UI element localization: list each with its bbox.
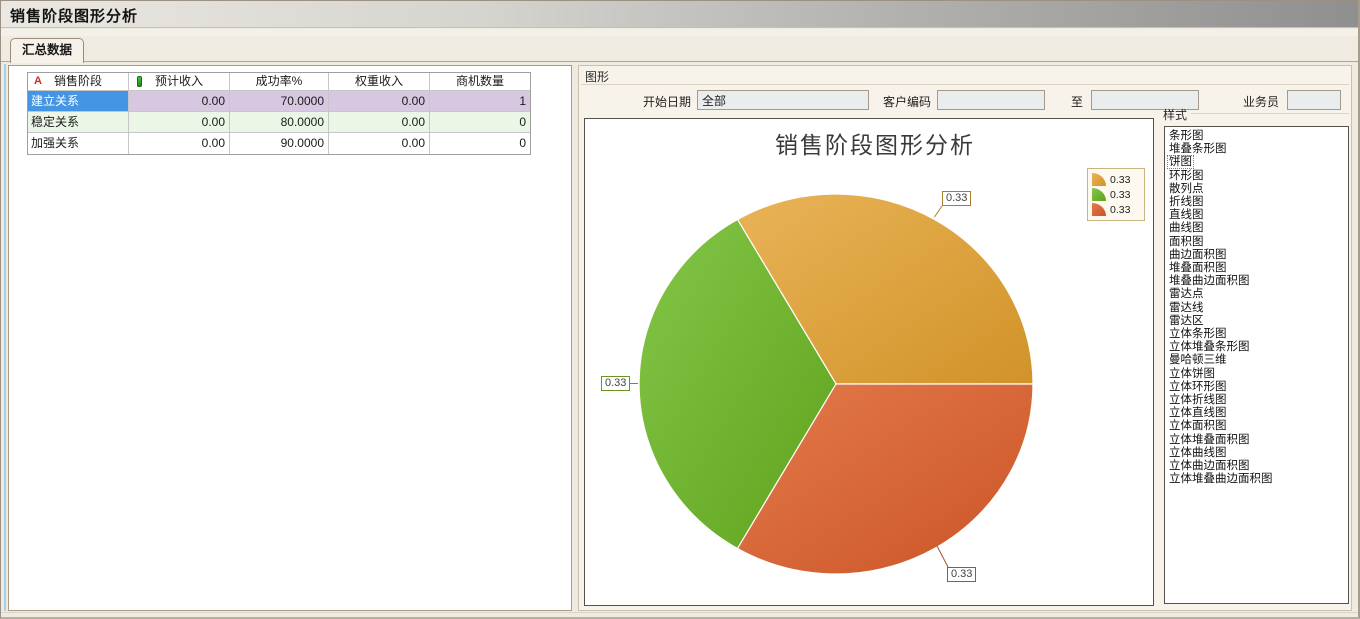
legend-entry: 0.33 <box>1092 202 1140 217</box>
graph-panel-caption-line <box>581 84 1349 85</box>
to-label: 至 <box>1071 93 1083 110</box>
tab-summary-data[interactable]: 汇总数据 <box>10 38 84 63</box>
style-list-item[interactable]: 立体曲边面积图 <box>1168 460 1348 473</box>
style-list-item[interactable]: 立体折线图 <box>1168 394 1348 407</box>
column-header-expected-income[interactable]: 预计收入 <box>129 73 230 91</box>
field-marker-icon <box>137 76 142 87</box>
style-list-item[interactable]: 堆叠面积图 <box>1168 262 1348 275</box>
legend-swatch-icon <box>1092 203 1106 216</box>
pie-chart <box>585 119 1155 607</box>
cell-stage[interactable]: 建立关系 <box>28 91 129 112</box>
cell-weighted-income[interactable]: 0.00 <box>329 133 430 154</box>
style-list-item[interactable]: 折线图 <box>1168 196 1348 209</box>
style-list-item[interactable]: 环形图 <box>1168 170 1348 183</box>
style-list-item[interactable]: 雷达区 <box>1168 315 1348 328</box>
style-list-item[interactable]: 堆叠条形图 <box>1168 143 1348 156</box>
cell-weighted-income[interactable]: 0.00 <box>329 112 430 133</box>
style-list[interactable]: 条形图堆叠条形图饼图环形图散列点折线图直线图曲线图面积图曲边面积图堆叠面积图堆叠… <box>1164 126 1349 604</box>
column-header-success-rate[interactable]: 成功率% <box>230 73 329 91</box>
cell-opportunity-count[interactable]: 0 <box>430 112 530 133</box>
style-list-item[interactable]: 条形图 <box>1168 130 1348 143</box>
style-list-item[interactable]: 曲边面积图 <box>1168 249 1348 262</box>
tab-bar: 汇总数据 <box>0 36 1360 62</box>
style-list-item[interactable]: 立体堆叠条形图 <box>1168 341 1348 354</box>
style-list-item[interactable]: 散列点 <box>1168 183 1348 196</box>
cell-expected-income[interactable]: 0.00 <box>129 133 230 154</box>
style-list-item[interactable]: 堆叠曲边面积图 <box>1168 275 1348 288</box>
style-list-item[interactable]: 曲线图 <box>1168 222 1348 235</box>
legend-entry: 0.33 <box>1092 187 1140 202</box>
slice-value-label: 0.33 <box>947 567 976 582</box>
style-list-item[interactable]: 立体直线图 <box>1168 407 1348 420</box>
column-header-weighted-income[interactable]: 权重收入 <box>329 73 430 91</box>
column-header-label: 销售阶段 <box>54 74 102 88</box>
graph-panel: 图形 开始日期 客户编码 至 业务员 销售阶段图形分析 <box>578 65 1352 611</box>
start-date-label: 开始日期 <box>643 93 691 110</box>
legend-label: 0.33 <box>1110 174 1130 186</box>
style-list-item[interactable]: 立体环形图 <box>1168 381 1348 394</box>
style-list-item[interactable]: 立体堆叠面积图 <box>1168 434 1348 447</box>
slice-value-label: 0.33 <box>601 376 630 391</box>
summary-grid: A 销售阶段 预计收入 成功率% 权重收入 商机数量 建立关系 0.00 70.… <box>27 72 531 155</box>
style-list-item[interactable]: 立体堆叠曲边面积图 <box>1168 473 1348 486</box>
legend-label: 0.33 <box>1110 204 1130 216</box>
cell-opportunity-count[interactable]: 0 <box>430 133 530 154</box>
column-header-label: 成功率% <box>256 74 303 88</box>
slice-value-label: 0.33 <box>942 191 971 206</box>
table-row: 加强关系 0.00 90.0000 0.00 0 <box>28 133 530 154</box>
style-list-item[interactable]: 曼哈顿三维 <box>1168 354 1348 367</box>
cell-stage[interactable]: 稳定关系 <box>28 112 129 133</box>
style-list-item[interactable]: 饼图 <box>1168 156 1348 169</box>
column-header-label: 权重收入 <box>355 74 403 88</box>
legend-label: 0.33 <box>1110 189 1130 201</box>
cell-opportunity-count[interactable]: 1 <box>430 91 530 112</box>
legend-entries: 0.33 0.33 0.33 <box>1092 172 1140 217</box>
column-header-opportunity-count[interactable]: 商机数量 <box>430 73 530 91</box>
callout-line <box>937 546 948 567</box>
style-list-item[interactable]: 立体饼图 <box>1168 368 1348 381</box>
grid-header-row: A 销售阶段 预计收入 成功率% 权重收入 商机数量 <box>28 73 530 91</box>
cell-success-rate[interactable]: 80.0000 <box>230 112 329 133</box>
customer-code-label: 客户编码 <box>883 93 931 110</box>
chart-legend: 0.33 0.33 0.33 <box>1087 168 1145 221</box>
column-header-stage[interactable]: A 销售阶段 <box>28 73 129 91</box>
start-date-input[interactable] <box>697 90 869 110</box>
table-row: 稳定关系 0.00 80.0000 0.00 0 <box>28 112 530 133</box>
cell-expected-income[interactable]: 0.00 <box>129 91 230 112</box>
window-bottom-border <box>0 612 1360 619</box>
cell-success-rate[interactable]: 90.0000 <box>230 133 329 154</box>
style-list-item[interactable]: 面积图 <box>1168 236 1348 249</box>
column-header-label: 商机数量 <box>456 74 504 88</box>
style-list-item[interactable]: 立体曲线图 <box>1168 447 1348 460</box>
summary-grid-panel: A 销售阶段 预计收入 成功率% 权重收入 商机数量 建立关系 0.00 70.… <box>8 65 572 611</box>
column-header-label: 预计收入 <box>155 74 203 88</box>
cell-stage[interactable]: 加强关系 <box>28 133 129 154</box>
salesman-input[interactable] <box>1287 90 1341 110</box>
style-list-item[interactable]: 立体面积图 <box>1168 420 1348 433</box>
style-list-item[interactable]: 雷达线 <box>1168 302 1348 315</box>
window-titlebar: 销售阶段图形分析 <box>0 0 1360 28</box>
cell-expected-income[interactable]: 0.00 <box>129 112 230 133</box>
legend-entry: 0.33 <box>1092 172 1140 187</box>
style-panel-caption-line <box>1191 113 1349 114</box>
salesman-label: 业务员 <box>1243 93 1279 110</box>
graph-panel-caption: 图形 <box>585 68 609 85</box>
style-list-item[interactable]: 直线图 <box>1168 209 1348 222</box>
legend-swatch-icon <box>1092 188 1106 201</box>
callout-line <box>935 206 943 217</box>
chart-area: 销售阶段图形分析 0.33 0.33 0.33 <box>584 118 1154 606</box>
sort-a-icon: A <box>34 73 42 90</box>
titlebar-substrip <box>0 29 1360 36</box>
window-left-accent <box>4 64 6 611</box>
cell-weighted-income[interactable]: 0.00 <box>329 91 430 112</box>
style-panel-caption: 样式 <box>1163 106 1187 123</box>
cell-success-rate[interactable]: 70.0000 <box>230 91 329 112</box>
window-title: 销售阶段图形分析 <box>10 5 138 26</box>
table-row: 建立关系 0.00 70.0000 0.00 1 <box>28 91 530 112</box>
style-list-item[interactable]: 立体条形图 <box>1168 328 1348 341</box>
customer-code-from-input[interactable] <box>937 90 1045 110</box>
style-list-item[interactable]: 雷达点 <box>1168 288 1348 301</box>
legend-swatch-icon <box>1092 173 1106 186</box>
